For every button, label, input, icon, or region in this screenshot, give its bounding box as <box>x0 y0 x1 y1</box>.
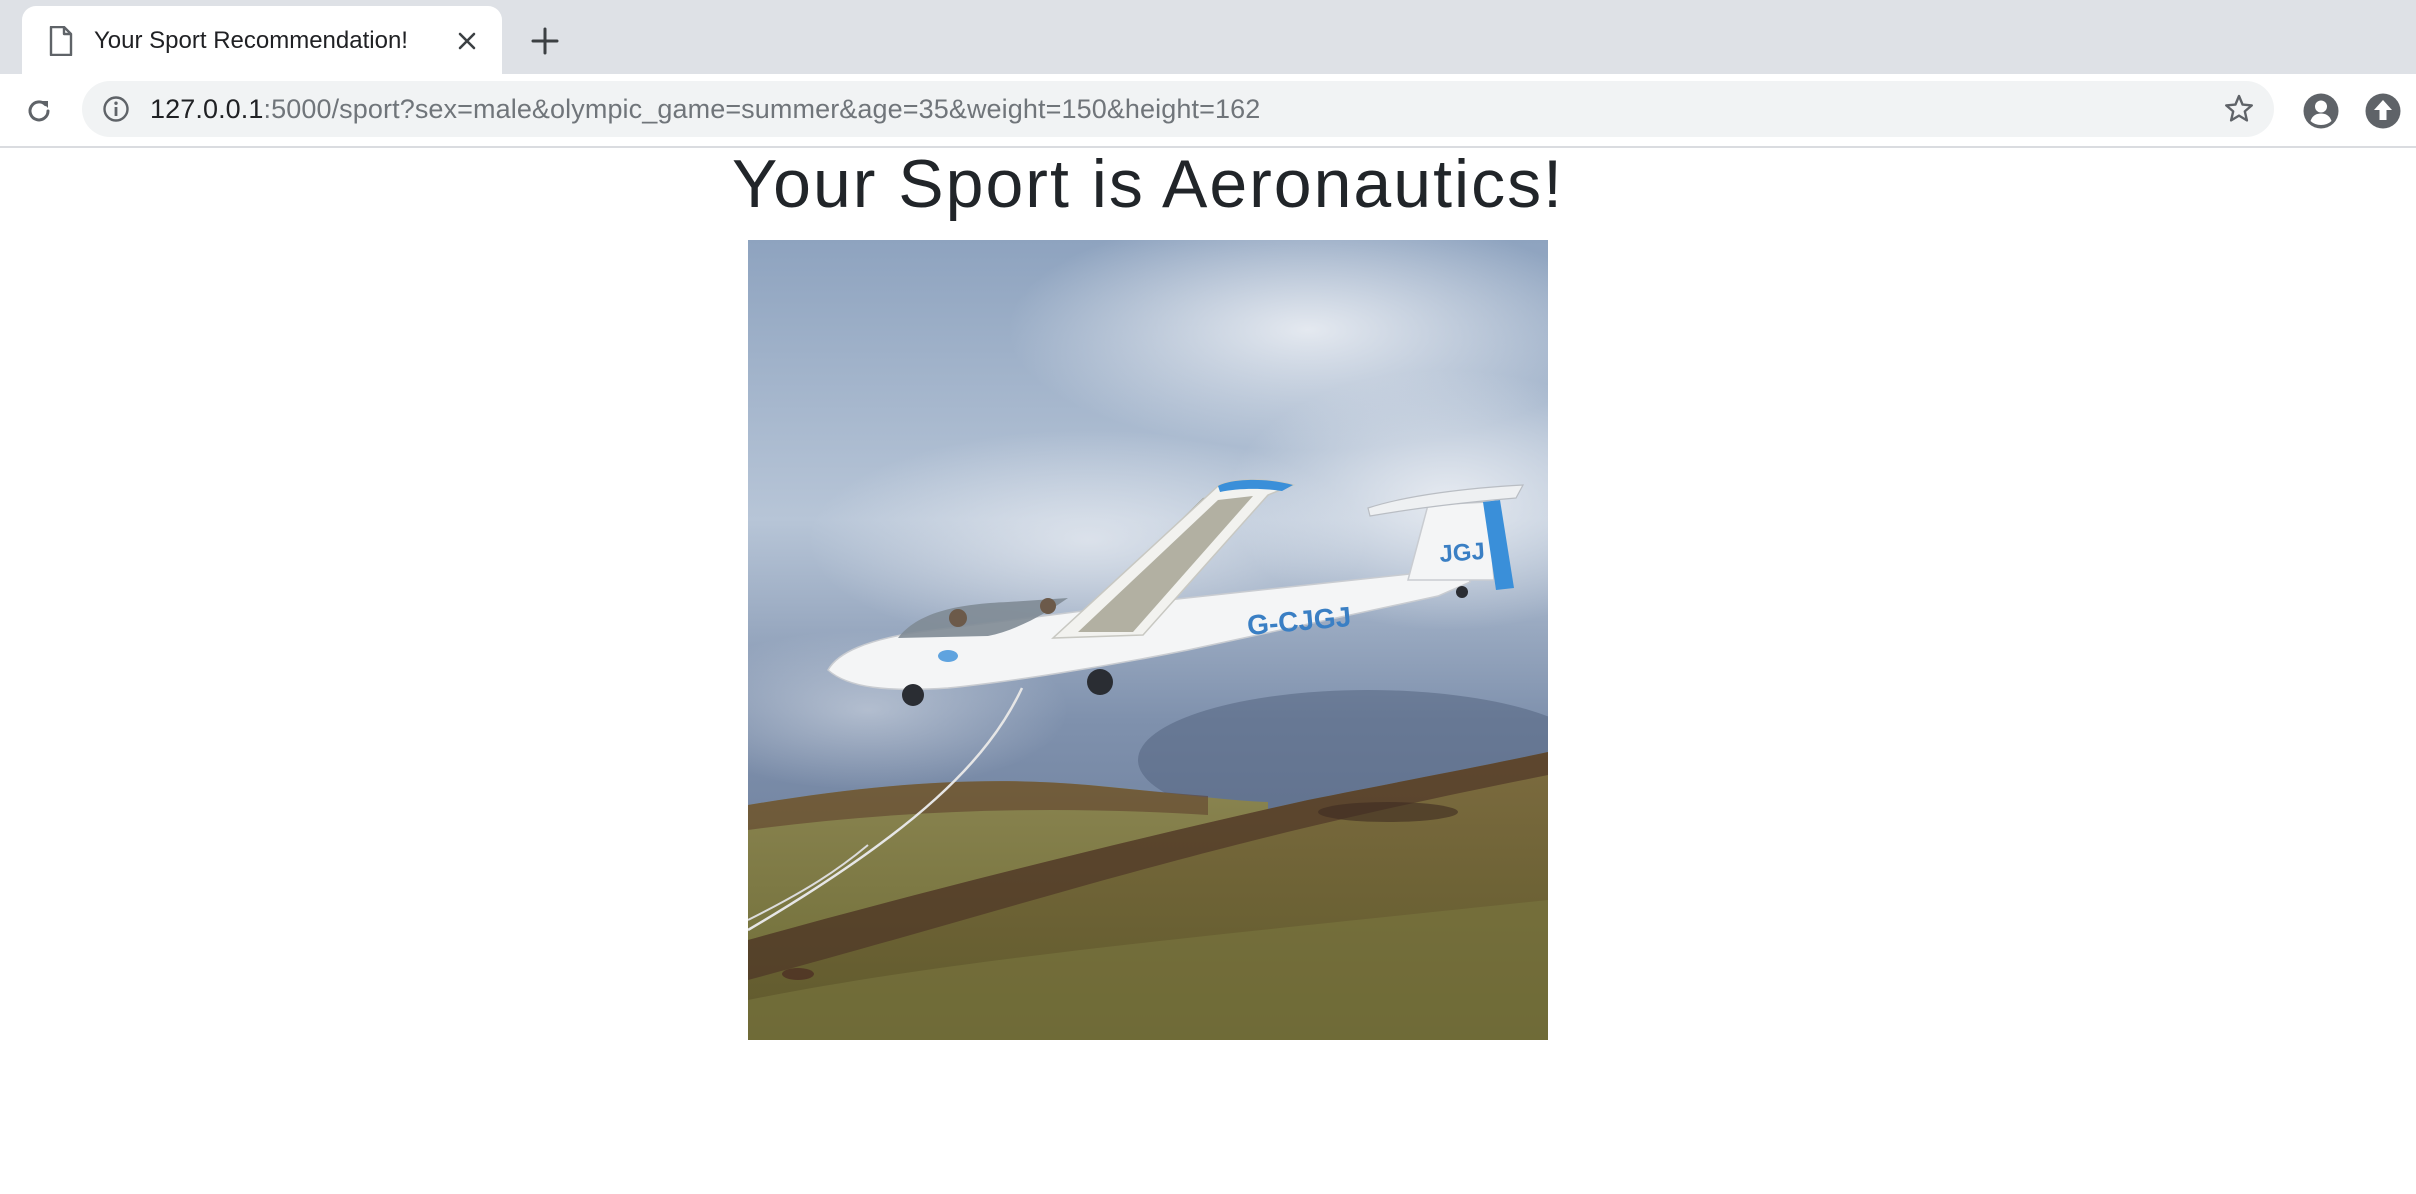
address-bar[interactable]: 127.0.0.1:5000/sport?sex=male&olympic_ga… <box>82 81 2274 137</box>
browser-tab[interactable]: Your Sport Recommendation! <box>22 6 502 74</box>
url-host: 127.0.0.1 <box>150 94 264 124</box>
glider-photo: G-CJGJ JGJ <box>748 240 1548 1040</box>
browser-toolbar: 127.0.0.1:5000/sport?sex=male&olympic_ga… <box>0 74 2416 148</box>
tab-title: Your Sport Recommendation! <box>94 27 408 54</box>
reload-button[interactable] <box>20 92 58 130</box>
tail-code-marking: JGJ <box>1439 538 1486 568</box>
info-icon[interactable] <box>102 95 130 123</box>
url-path: :5000/sport?sex=male&olympic_game=summer… <box>263 94 1261 124</box>
close-icon[interactable] <box>452 26 482 56</box>
reload-icon <box>28 100 50 122</box>
page-content: Your Sport is Aeronautics! G-CJGJ JGJ <box>0 150 2416 1194</box>
plus-icon <box>531 27 559 55</box>
account-icon[interactable] <box>2302 92 2340 130</box>
tab-strip: Your Sport Recommendation! <box>0 0 2416 74</box>
new-tab-button[interactable] <box>528 24 562 58</box>
update-arrow-icon[interactable] <box>2364 92 2402 130</box>
url-text[interactable]: 127.0.0.1:5000/sport?sex=male&olympic_ga… <box>150 93 1260 125</box>
star-icon[interactable] <box>2222 92 2256 126</box>
document-icon <box>48 25 74 57</box>
page-title: Your Sport is Aeronautics! <box>732 146 1564 222</box>
